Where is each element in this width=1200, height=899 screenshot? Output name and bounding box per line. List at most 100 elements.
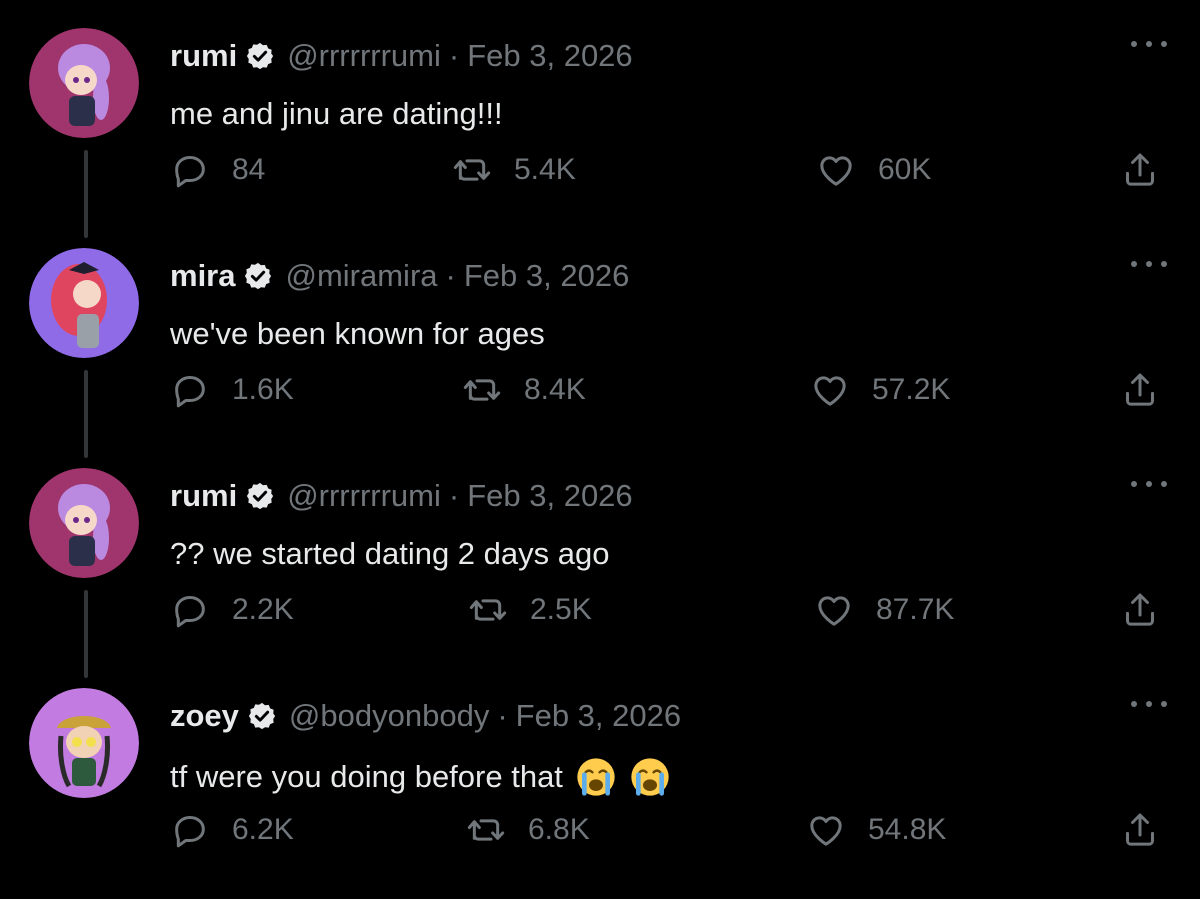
- retweet-count: 5.4K: [514, 153, 576, 186]
- like-count: 87.7K: [876, 593, 955, 626]
- share-button[interactable]: [1120, 140, 1160, 200]
- avatar-rumi-image: [29, 468, 139, 578]
- tweet-header: rumi @rrrrrrrumi · Feb 3, 2026: [170, 34, 633, 78]
- retweet-count: 2.5K: [530, 593, 592, 626]
- display-name[interactable]: mira: [170, 258, 235, 294]
- tweet-text-content: me and jinu are dating!!!: [170, 96, 503, 131]
- handle[interactable]: @rrrrrrrumi: [287, 478, 441, 514]
- timestamp[interactable]: Feb 3, 2026: [516, 698, 681, 734]
- tweet-text: me and jinu are dating!!!: [170, 96, 503, 132]
- retweet-button[interactable]: 6.8K: [466, 800, 590, 860]
- like-button[interactable]: 57.2K: [810, 360, 950, 420]
- tweet-text-content: we've been known for ages: [170, 316, 545, 351]
- share-button[interactable]: [1120, 800, 1160, 860]
- timestamp[interactable]: Feb 3, 2026: [464, 258, 629, 294]
- avatar-face: [66, 726, 102, 758]
- like-button[interactable]: 54.8K: [806, 800, 946, 860]
- reply-count: 84: [232, 153, 266, 186]
- avatar-face: [65, 65, 97, 95]
- separator: ·: [448, 478, 460, 513]
- action-bar: 2.2K 2.5K 87.7K: [0, 580, 1200, 640]
- avatar[interactable]: [29, 248, 139, 358]
- avatar-outfit: [77, 314, 99, 348]
- more-icon[interactable]: [1131, 36, 1167, 52]
- reply-icon: [175, 816, 205, 848]
- heart-icon: [820, 156, 852, 186]
- retweet-icon: [453, 159, 491, 181]
- tweet[interactable]: rumi @rrrrrrrumi · Feb 3, 2026 me and ji…: [0, 0, 1200, 220]
- display-name[interactable]: zoey: [170, 698, 239, 734]
- retweet-icon: [467, 819, 505, 841]
- avatar-face: [65, 505, 97, 535]
- tweet[interactable]: rumi @rrrrrrrumi · Feb 3, 2026 ?? we sta…: [0, 440, 1200, 660]
- avatar-face: [73, 280, 101, 308]
- timestamp[interactable]: Feb 3, 2026: [467, 38, 632, 74]
- reply-button[interactable]: 1.6K: [170, 360, 294, 420]
- handle[interactable]: @bodyonbody: [289, 698, 489, 734]
- loudly-crying-face-icon: [575, 756, 617, 798]
- share-button[interactable]: [1120, 580, 1160, 640]
- avatar[interactable]: [29, 468, 139, 578]
- tweet-text: tf were you doing before that: [170, 756, 671, 798]
- reply-icon: [175, 596, 205, 628]
- retweet-button[interactable]: 5.4K: [452, 140, 576, 200]
- action-bar: 1.6K 8.4K 57.2K: [0, 360, 1200, 420]
- separator: ·: [445, 258, 456, 293]
- display-name[interactable]: rumi: [170, 478, 237, 514]
- avatar-outfit: [69, 536, 95, 566]
- retweet-count: 8.4K: [524, 373, 586, 406]
- verified-badge-icon: [245, 41, 275, 71]
- retweet-button[interactable]: 2.5K: [468, 580, 592, 640]
- avatar[interactable]: [29, 28, 139, 138]
- separator: ·: [448, 38, 460, 73]
- handle[interactable]: @rrrrrrrumi: [287, 38, 441, 74]
- heart-icon: [810, 816, 842, 846]
- like-button[interactable]: 60K: [816, 140, 931, 200]
- like-button[interactable]: 87.7K: [814, 580, 954, 640]
- avatar-rumi-image: [29, 28, 139, 138]
- verified-badge-icon: [247, 701, 277, 731]
- avatar[interactable]: [29, 688, 139, 798]
- tweet-text: ?? we started dating 2 days ago: [170, 536, 609, 572]
- display-name[interactable]: rumi: [170, 38, 237, 74]
- verified-badge-icon: [243, 261, 273, 291]
- reply-icon: [175, 376, 205, 408]
- timestamp[interactable]: Feb 3, 2026: [467, 478, 632, 514]
- action-bar: 6.2K 6.8K 54.8K: [0, 800, 1200, 860]
- reply-button[interactable]: 84: [170, 140, 265, 200]
- action-bar: 84 5.4K 60K: [0, 140, 1200, 200]
- retweet-count: 6.8K: [528, 813, 590, 846]
- reply-count: 2.2K: [232, 593, 294, 626]
- avatar-mira-image: [29, 248, 139, 358]
- like-count: 60K: [878, 153, 932, 186]
- retweet-button[interactable]: 8.4K: [462, 360, 586, 420]
- reply-icon: [175, 156, 205, 188]
- retweet-icon: [469, 599, 507, 621]
- avatar-outfit: [69, 96, 95, 126]
- share-icon: [1126, 153, 1154, 186]
- more-icon[interactable]: [1131, 696, 1167, 712]
- verified-badge-icon: [245, 481, 275, 511]
- tweet[interactable]: mira @miramira · Feb 3, 2026 we've been …: [0, 220, 1200, 440]
- share-icon: [1126, 813, 1154, 846]
- tweet-header: rumi @rrrrrrrumi · Feb 3, 2026: [170, 474, 633, 518]
- tweet-text-content: ?? we started dating 2 days ago: [170, 536, 610, 571]
- like-count: 54.8K: [868, 813, 947, 846]
- reply-count: 1.6K: [232, 373, 294, 406]
- tweet-text-content: tf were you doing before that: [170, 759, 563, 794]
- handle[interactable]: @miramira: [285, 258, 437, 294]
- tweet-text: we've been known for ages: [170, 316, 545, 352]
- reply-button[interactable]: 6.2K: [170, 800, 294, 860]
- retweet-icon: [463, 379, 501, 401]
- more-icon[interactable]: [1131, 476, 1167, 492]
- tweet-header: zoey @bodyonbody · Feb 3, 2026: [170, 694, 681, 738]
- reply-button[interactable]: 2.2K: [170, 580, 294, 640]
- tweet-header: mira @miramira · Feb 3, 2026: [170, 254, 629, 298]
- share-button[interactable]: [1120, 360, 1160, 420]
- avatar-outfit: [72, 758, 96, 786]
- loudly-crying-face-icon: [629, 756, 671, 798]
- avatar-zoey-image: [29, 688, 139, 798]
- reply-count: 6.2K: [232, 813, 294, 846]
- tweet[interactable]: zoey @bodyonbody · Feb 3, 2026 tf were y…: [0, 660, 1200, 880]
- more-icon[interactable]: [1131, 256, 1167, 272]
